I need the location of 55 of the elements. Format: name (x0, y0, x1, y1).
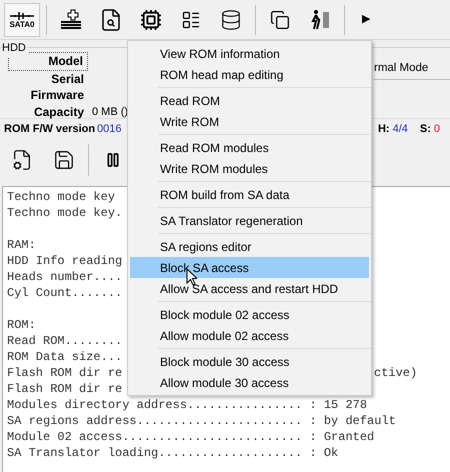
log-line: HDD Info reading (7, 254, 122, 268)
stack-plus-icon (59, 8, 83, 32)
log-line: RAM: (7, 238, 36, 252)
log-line: Flash ROM dir re (7, 382, 122, 396)
heads-label: H: (378, 122, 390, 138)
menu-item[interactable]: Write ROM modules (130, 158, 371, 179)
menu-item[interactable]: Block module 02 access (130, 304, 371, 325)
field-label: Capacity (32, 104, 85, 120)
menu-item[interactable]: ROM build from SA data (130, 184, 371, 205)
log-line: ROM Data size... (7, 350, 122, 364)
field-label: Model (8, 52, 88, 70)
log-line: ctive) (374, 365, 418, 381)
sata-port-button[interactable]: SATA0 (4, 2, 40, 36)
connector-icon (10, 10, 34, 20)
menu-item[interactable]: Allow module 02 access (130, 325, 371, 346)
save-icon (53, 149, 75, 171)
pause-icon (105, 152, 121, 168)
log-line: Modules directory address................ : 15 278 (7, 398, 368, 412)
heads-value: 4/4 (392, 122, 408, 138)
menu-item[interactable]: Read ROM modules (130, 137, 371, 158)
log-line: Techno mode key (7, 190, 116, 204)
log-line: ROM: (7, 318, 36, 332)
log-line: SA regions address....................... : by default (7, 414, 396, 428)
walking-figure-icon (309, 8, 331, 30)
document-gear-icon (11, 149, 33, 171)
log-line: Cyl Count....... (7, 286, 122, 300)
log-line: Techno mode key. (7, 206, 122, 220)
menu-item[interactable]: Block module 30 access (130, 351, 371, 372)
log-line: Module 02 access......................... : Granted (7, 430, 374, 444)
layout-icon (181, 10, 201, 30)
s-label: S: (420, 122, 431, 138)
menu-item[interactable]: Block SA access (130, 257, 369, 278)
menu-item[interactable]: View ROM information (130, 43, 369, 64)
database-icon (220, 8, 242, 30)
s-value: 0 (434, 122, 440, 138)
log-line: Heads number.... (7, 270, 122, 284)
mode-field: rmal Mode (374, 58, 450, 80)
group-title: HDD (2, 40, 28, 56)
field-label: Firmware (30, 87, 85, 104)
log-line: SA Translator loading.................... : Ok (7, 446, 338, 460)
menu-item[interactable]: Allow SA access and restart HDD (130, 278, 371, 299)
rom-version-value: 0016 (97, 122, 122, 138)
chip-icon (140, 8, 162, 30)
log-line: Read ROM........ (7, 334, 122, 348)
windows-icon (270, 10, 290, 30)
menu-item[interactable]: SA Translator regeneration (130, 210, 371, 231)
field-label: Serial (50, 70, 85, 87)
more-button[interactable]: ▶ (351, 4, 381, 36)
menu-item[interactable]: ROM head map editing (130, 64, 369, 85)
rom-version-label: ROM F/W version (4, 122, 96, 138)
menu-item[interactable]: Write ROM (130, 111, 371, 132)
menu-item[interactable]: SA regions editor (130, 236, 371, 257)
menu-item[interactable]: Allow module 30 access (130, 372, 371, 393)
menu-item[interactable]: Read ROM (130, 90, 371, 111)
log-line: Flash ROM dir re (7, 366, 122, 380)
